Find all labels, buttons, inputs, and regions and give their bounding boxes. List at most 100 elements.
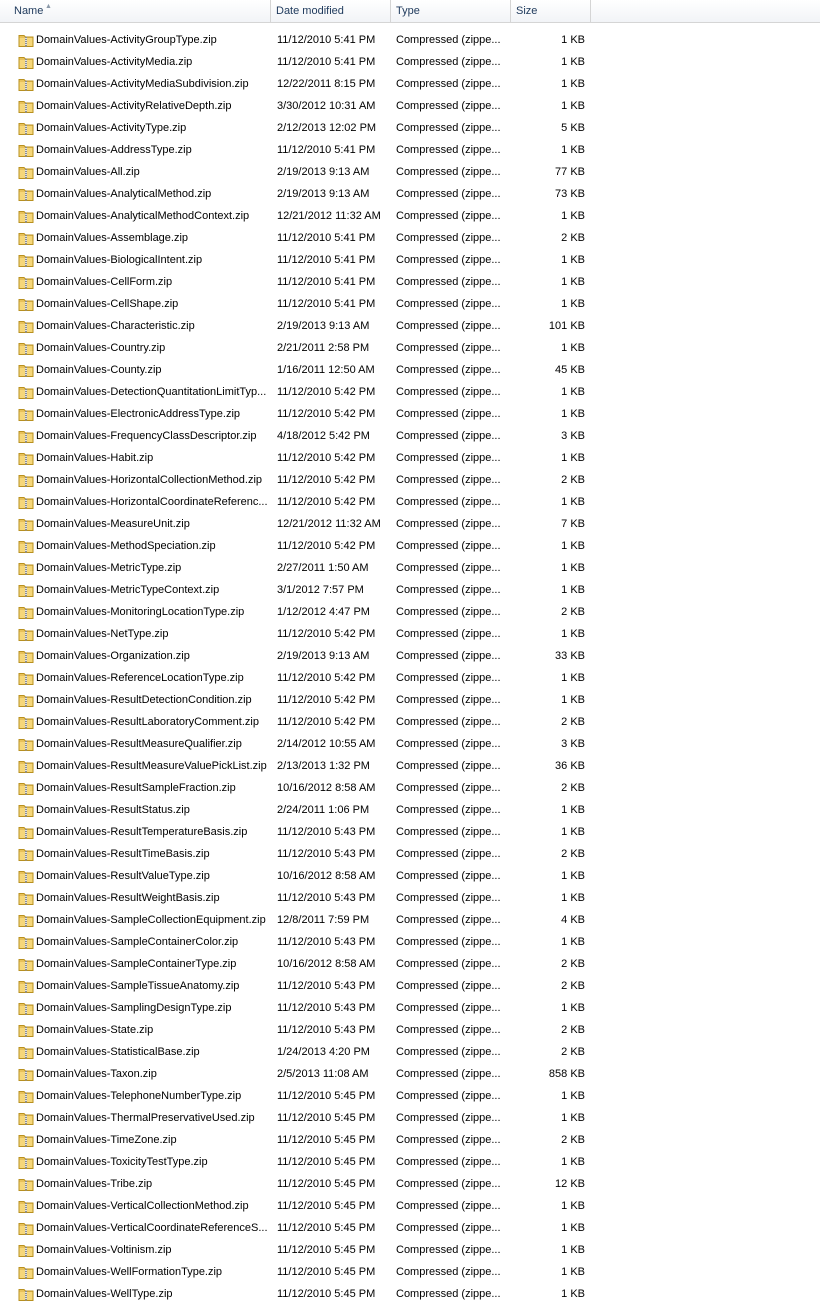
file-type: Compressed (zippe... — [396, 1002, 501, 1014]
file-row[interactable]: DomainValues-HorizontalCollectionMethod.… — [0, 469, 820, 491]
file-size: 1 KB — [561, 1288, 585, 1300]
file-row[interactable]: DomainValues-SampleContainerType.zip 10/1… — [0, 953, 820, 975]
file-name: DomainValues-WellFormationType.zip — [36, 1266, 223, 1278]
file-row[interactable]: DomainValues-ResultDetectionCondition.zi… — [0, 689, 820, 711]
file-row[interactable]: DomainValues-DetectionQuantitationLimitT… — [0, 381, 820, 403]
file-date-modified: 11/12/2010 5:45 PM — [277, 1178, 376, 1190]
file-row[interactable]: DomainValues-County.zip 1/16/2011 12:50 A… — [0, 359, 820, 381]
file-date-modified: 11/12/2010 5:41 PM — [277, 34, 376, 46]
file-row[interactable]: DomainValues-AddressType.zip 11/12/2010 5… — [0, 139, 820, 161]
file-row[interactable]: DomainValues-All.zip 2/19/2013 9:13 AM Com… — [0, 161, 820, 183]
zip-folder-icon — [18, 560, 34, 576]
file-row[interactable]: DomainValues-TimeZone.zip 11/12/2010 5:45… — [0, 1129, 820, 1151]
file-row[interactable]: DomainValues-NetType.zip 11/12/2010 5:42 … — [0, 623, 820, 645]
file-row[interactable]: DomainValues-Tribe.zip 11/12/2010 5:45 PM… — [0, 1173, 820, 1195]
file-row[interactable]: DomainValues-ActivityMediaSubdivision.zi… — [0, 73, 820, 95]
file-row[interactable]: DomainValues-ResultValueType.zip 10/16/20… — [0, 865, 820, 887]
file-row[interactable]: DomainValues-ResultLaboratoryComment.zip… — [0, 711, 820, 733]
file-row[interactable]: DomainValues-ActivityRelativeDepth.zip 3/… — [0, 95, 820, 117]
file-row[interactable]: DomainValues-ResultTemperatureBasis.zip 1… — [0, 821, 820, 843]
file-row[interactable]: DomainValues-MonitoringLocationType.zip 1… — [0, 601, 820, 623]
file-row[interactable]: DomainValues-ElectronicAddressType.zip 11… — [0, 403, 820, 425]
file-row[interactable]: DomainValues-Voltinism.zip 11/12/2010 5:4… — [0, 1239, 820, 1261]
file-name: DomainValues-AddressType.zip — [36, 144, 192, 156]
file-row[interactable]: DomainValues-Organization.zip 2/19/2013 9… — [0, 645, 820, 667]
file-row[interactable]: DomainValues-VerticalCoordinateReference… — [0, 1217, 820, 1239]
zip-folder-icon — [18, 384, 34, 400]
file-row[interactable]: DomainValues-WellFormationType.zip 11/12/… — [0, 1261, 820, 1283]
file-name: DomainValues-Tribe.zip — [36, 1178, 153, 1190]
file-row[interactable]: DomainValues-ResultTimeBasis.zip 11/12/20… — [0, 843, 820, 865]
file-size: 1 KB — [561, 496, 585, 508]
file-row[interactable]: DomainValues-Assemblage.zip 11/12/2010 5:… — [0, 227, 820, 249]
column-header-size[interactable]: Size — [511, 0, 591, 22]
file-row[interactable]: DomainValues-ResultMeasureQualifier.zip 2… — [0, 733, 820, 755]
file-row[interactable]: DomainValues-HorizontalCoordinateReferen… — [0, 491, 820, 513]
file-row[interactable]: DomainValues-WellType.zip 11/12/2010 5:45… — [0, 1283, 820, 1305]
file-name: DomainValues-StatisticalBase.zip — [36, 1046, 200, 1058]
file-row[interactable]: DomainValues-ToxicityTestType.zip 11/12/2… — [0, 1151, 820, 1173]
zip-folder-icon — [18, 736, 34, 752]
zip-folder-icon — [18, 1132, 34, 1148]
file-row[interactable]: DomainValues-FrequencyClassDescriptor.zi… — [0, 425, 820, 447]
column-header-date-modified[interactable]: Date modified — [271, 0, 391, 22]
zip-folder-icon — [18, 296, 34, 312]
file-type: Compressed (zippe... — [396, 672, 501, 684]
file-date-modified: 1/16/2011 12:50 AM — [277, 364, 375, 376]
file-row[interactable]: DomainValues-CellForm.zip 11/12/2010 5:41… — [0, 271, 820, 293]
file-row[interactable]: DomainValues-ThermalPreservativeUsed.zip… — [0, 1107, 820, 1129]
file-date-modified: 11/12/2010 5:42 PM — [277, 452, 376, 464]
column-header-type[interactable]: Type — [391, 0, 511, 22]
file-row[interactable]: DomainValues-Habit.zip 11/12/2010 5:42 PM… — [0, 447, 820, 469]
file-row[interactable]: DomainValues-StatisticalBase.zip 1/24/201… — [0, 1041, 820, 1063]
file-row[interactable]: DomainValues-Taxon.zip 2/5/2013 11:08 AM C… — [0, 1063, 820, 1085]
file-row[interactable]: DomainValues-VerticalCollectionMethod.zi… — [0, 1195, 820, 1217]
file-size: 1 KB — [561, 1244, 585, 1256]
file-name: DomainValues-Organization.zip — [36, 650, 190, 662]
file-row[interactable]: DomainValues-SampleContainerColor.zip 11/… — [0, 931, 820, 953]
file-row[interactable]: DomainValues-TelephoneNumberType.zip 11/1… — [0, 1085, 820, 1107]
file-row[interactable]: DomainValues-ReferenceLocationType.zip 11… — [0, 667, 820, 689]
file-date-modified: 11/12/2010 5:42 PM — [277, 386, 376, 398]
file-date-modified: 11/12/2010 5:45 PM — [277, 1134, 376, 1146]
file-type: Compressed (zippe... — [396, 452, 501, 464]
file-row[interactable]: DomainValues-MeasureUnit.zip 12/21/2012 1… — [0, 513, 820, 535]
file-row[interactable]: DomainValues-ResultSampleFraction.zip 10/… — [0, 777, 820, 799]
file-type: Compressed (zippe... — [396, 1178, 501, 1190]
file-date-modified: 11/12/2010 5:45 PM — [277, 1156, 376, 1168]
file-row[interactable]: DomainValues-ActivityGroupType.zip 11/12/… — [0, 29, 820, 51]
file-type: Compressed (zippe... — [396, 1090, 501, 1102]
file-row[interactable]: DomainValues-ActivityType.zip 2/12/2013 1… — [0, 117, 820, 139]
file-date-modified: 4/18/2012 5:42 PM — [277, 430, 370, 442]
zip-folder-icon — [18, 1176, 34, 1192]
file-type: Compressed (zippe... — [396, 34, 501, 46]
file-date-modified: 12/22/2011 8:15 PM — [277, 78, 376, 90]
file-row[interactable]: DomainValues-ResultWeightBasis.zip 11/12/… — [0, 887, 820, 909]
column-header-name[interactable]: ▲ Name — [0, 0, 271, 22]
file-row[interactable]: DomainValues-ActivityMedia.zip 11/12/2010… — [0, 51, 820, 73]
file-type: Compressed (zippe... — [396, 936, 501, 948]
file-row[interactable]: DomainValues-CellShape.zip 11/12/2010 5:4… — [0, 293, 820, 315]
file-row[interactable]: DomainValues-SamplingDesignType.zip 11/12… — [0, 997, 820, 1019]
file-name: DomainValues-ResultTimeBasis.zip — [36, 848, 210, 860]
file-row[interactable]: DomainValues-MetricTypeContext.zip 3/1/20… — [0, 579, 820, 601]
file-row[interactable]: DomainValues-BiologicalIntent.zip 11/12/2… — [0, 249, 820, 271]
file-name: DomainValues-SampleContainerColor.zip — [36, 936, 239, 948]
file-row[interactable]: DomainValues-SampleCollectionEquipment.z… — [0, 909, 820, 931]
file-row[interactable]: DomainValues-AnalyticalMethod.zip 2/19/20… — [0, 183, 820, 205]
file-row[interactable]: DomainValues-State.zip 11/12/2010 5:43 PM… — [0, 1019, 820, 1041]
file-row[interactable]: DomainValues-MethodSpeciation.zip 11/12/2… — [0, 535, 820, 557]
zip-folder-icon — [18, 516, 34, 532]
file-date-modified: 12/21/2012 11:32 AM — [277, 518, 381, 530]
file-row[interactable]: DomainValues-ResultMeasureValuePickList.… — [0, 755, 820, 777]
file-date-modified: 2/12/2013 12:02 PM — [277, 122, 377, 134]
file-row[interactable]: DomainValues-AnalyticalMethodContext.zip… — [0, 205, 820, 227]
file-row[interactable]: DomainValues-MetricType.zip 2/27/2011 1:5… — [0, 557, 820, 579]
file-date-modified: 1/12/2012 4:47 PM — [277, 606, 370, 618]
zip-folder-icon — [18, 406, 34, 422]
file-row[interactable]: DomainValues-Country.zip 2/21/2011 2:58 P… — [0, 337, 820, 359]
file-row[interactable]: DomainValues-ResultStatus.zip 2/24/2011 1… — [0, 799, 820, 821]
file-name: DomainValues-AnalyticalMethodContext.zip — [36, 210, 250, 222]
file-row[interactable]: DomainValues-Characteristic.zip 2/19/2013… — [0, 315, 820, 337]
file-row[interactable]: DomainValues-SampleTissueAnatomy.zip 11/1… — [0, 975, 820, 997]
